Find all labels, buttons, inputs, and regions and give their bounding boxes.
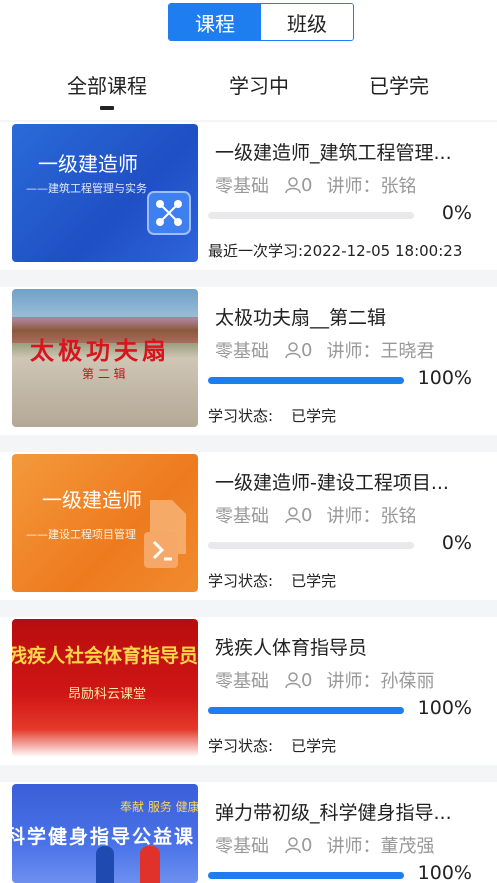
segment-course[interactable]: 课程 (169, 4, 261, 40)
course-title: 弹力带初级_科学健身指导... (215, 802, 452, 824)
course-card[interactable]: 残疾人社会体育指导员培训 昂励科云课堂 残疾人体育指导员 零基础 0 讲师：孙葆… (0, 617, 497, 765)
person-icon (285, 672, 301, 689)
course-level: 零基础 (215, 341, 269, 362)
course-card[interactable]: 太极功夫扇 第 二 辑 太极功夫扇__第二辑 零基础 0 讲师：王晓君 100%… (0, 287, 497, 435)
study-status: 学习状态: 已学完 (208, 407, 337, 425)
course-lecturer: 讲师：王晓君 (326, 341, 435, 362)
thumbnail-heading: 一级建造师 (38, 152, 138, 176)
course-title: 太极功夫扇__第二辑 (215, 307, 387, 329)
course-lecturer: 讲师：董茂强 (326, 836, 435, 857)
thumbnail-subtitle: 奉献 服务 健康 (120, 800, 198, 814)
study-status: 学习状态: 已学完 (208, 572, 337, 590)
course-title: 一级建造师-建设工程项目... (215, 472, 449, 494)
course-thumbnail: 奉献 服务 健康 科学健身指导公益课 (12, 784, 198, 883)
course-level: 零基础 (215, 671, 269, 692)
progress-bar (208, 707, 404, 714)
progress-bar (208, 542, 414, 549)
document-icon (144, 500, 186, 568)
learner-count: 0 (301, 174, 313, 196)
course-lecturer: 讲师：孙葆丽 (326, 671, 435, 692)
course-level: 零基础 (215, 506, 269, 527)
tab-all-courses[interactable]: 全部课程 (67, 70, 147, 99)
thumbnail-heading: 太极功夫扇 (30, 337, 170, 365)
course-title: 残疾人体育指导员 (215, 637, 368, 659)
thumbnail-heading: 残疾人社会体育指导员培训 (12, 645, 198, 667)
course-title: 一级建造师_建筑工程管理... (215, 142, 452, 164)
thumbnail-subtitle: ——建筑工程管理与实务 (26, 182, 147, 195)
course-level: 零基础 (215, 836, 269, 857)
course-level: 零基础 (215, 176, 269, 197)
learner-count: 0 (301, 339, 313, 361)
course-meta: 零基础 0 讲师：董茂强 (215, 832, 434, 858)
course-card[interactable]: 一级建造师 ——建筑工程管理与实务 一级建造师_建筑工程管理... 零基础 0 … (0, 122, 497, 270)
course-meta: 零基础 0 讲师：王晓君 (215, 337, 434, 363)
active-tab-indicator (100, 106, 114, 110)
course-meta: 零基础 0 讲师：张铭 (215, 172, 416, 198)
learner-count: 0 (301, 504, 313, 526)
person-icon (285, 837, 301, 854)
progress-bar (208, 377, 404, 384)
course-lecturer: 讲师：张铭 (326, 506, 417, 527)
filter-tabs: 全部课程 学习中 已学完 (0, 60, 497, 120)
progress-percent: 0% (441, 532, 472, 554)
thumbnail-subtitle: ——建设工程项目管理 (26, 528, 136, 541)
progress-percent: 100% (417, 367, 472, 389)
progress-bar (208, 872, 404, 879)
progress-percent: 100% (417, 697, 472, 719)
course-thumbnail: 一级建造师 ——建设工程项目管理 (12, 454, 198, 592)
course-thumbnail: 一级建造师 ——建筑工程管理与实务 (12, 124, 198, 262)
course-card[interactable]: 奉献 服务 健康 科学健身指导公益课 弹力带初级_科学健身指导... 零基础 0… (0, 782, 497, 883)
thumbnail-subtitle: 第 二 辑 (82, 367, 126, 381)
top-header: 课程 班级 全部课程 学习中 已学完 (0, 0, 497, 120)
study-status: 学习状态: 已学完 (208, 737, 337, 755)
course-thumbnail: 残疾人社会体育指导员培训 昂励科云课堂 (12, 619, 198, 757)
progress-percent: 100% (417, 862, 472, 883)
course-lecturer: 讲师：张铭 (326, 176, 417, 197)
thumbnail-heading: 一级建造师 (42, 488, 142, 512)
tab-completed[interactable]: 已学完 (369, 70, 429, 99)
thumbnail-heading: 科学健身指导公益课 (12, 826, 196, 848)
thumbnail-subtitle: 昂励科云课堂 (68, 687, 147, 702)
last-study-time: 最近一次学习:2022-12-05 18:00:23 (208, 242, 463, 260)
tab-learning[interactable]: 学习中 (229, 70, 289, 99)
person-icon (285, 342, 301, 359)
course-card[interactable]: 一级建造师 ——建设工程项目管理 一级建造师-建设工程项目... 零基础 0 讲… (0, 452, 497, 600)
network-icon (147, 191, 191, 235)
person-icon (285, 177, 301, 194)
person-icon (285, 507, 301, 524)
course-class-switch: 课程 班级 (168, 3, 354, 41)
course-meta: 零基础 0 讲师：张铭 (215, 502, 416, 528)
course-thumbnail: 太极功夫扇 第 二 辑 (12, 289, 198, 427)
progress-percent: 0% (441, 202, 472, 224)
learner-count: 0 (301, 669, 313, 691)
course-meta: 零基础 0 讲师：孙葆丽 (215, 667, 434, 693)
progress-bar (208, 212, 414, 219)
segment-class[interactable]: 班级 (261, 4, 353, 40)
learner-count: 0 (301, 834, 313, 856)
